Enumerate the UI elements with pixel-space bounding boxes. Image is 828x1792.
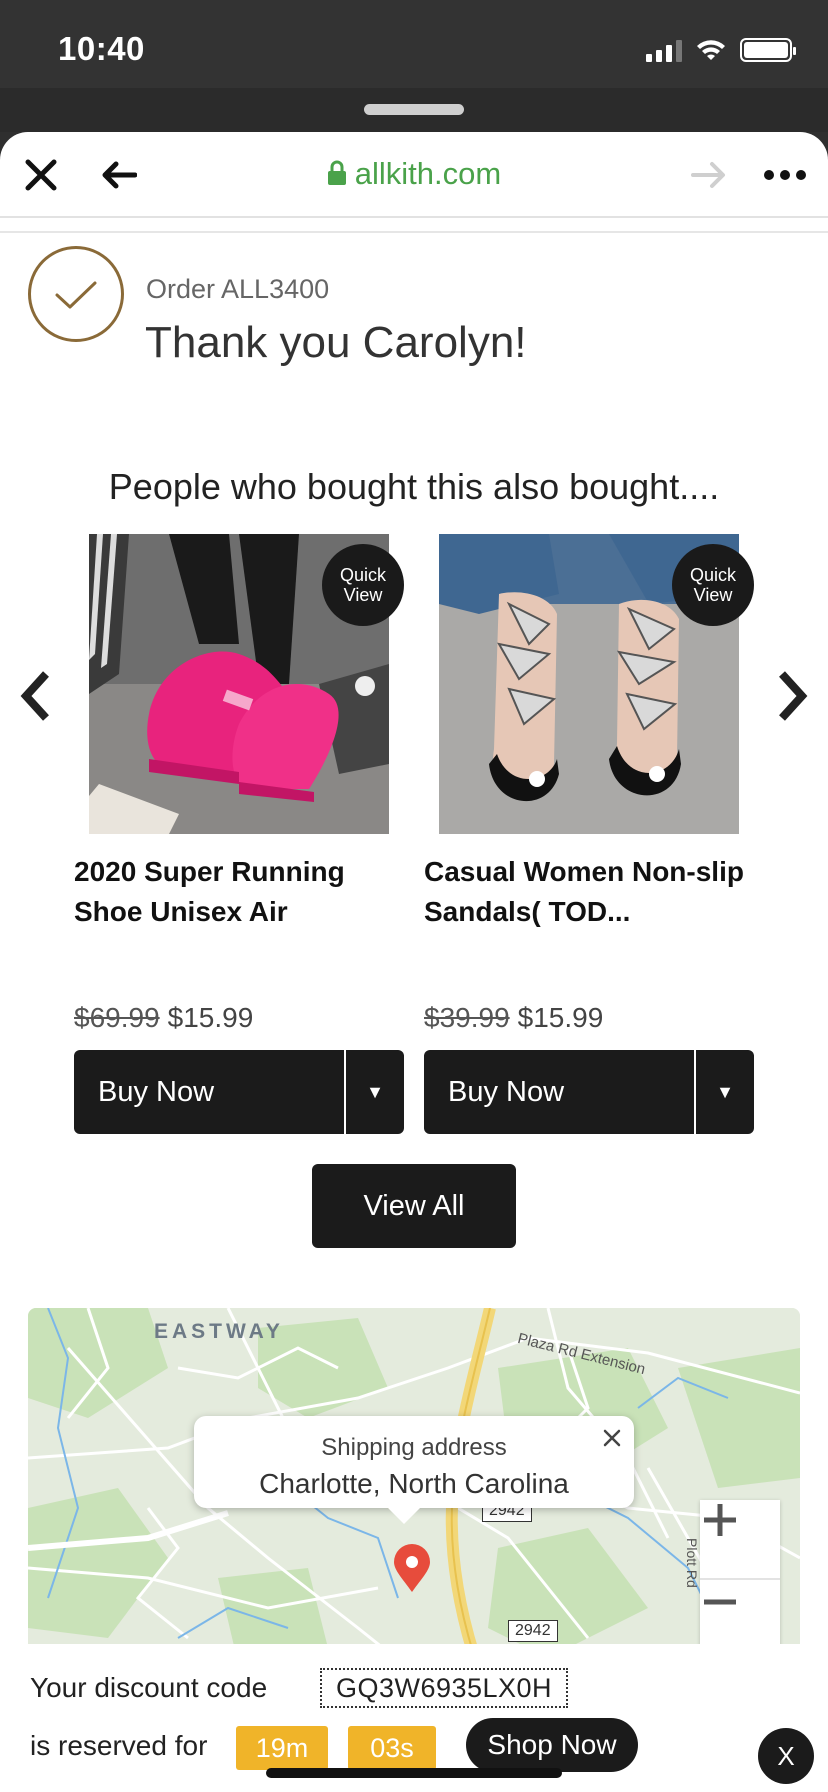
product-title[interactable]: Casual Women Non-slip Sandals( TOD... — [424, 852, 754, 932]
zoom-in-icon[interactable] — [700, 1500, 780, 1580]
reserved-for-label: is reserved for — [30, 1730, 208, 1761]
view-all-button[interactable]: View All — [312, 1164, 516, 1248]
countdown-seconds: 03s — [348, 1726, 436, 1770]
order-number: Order ALL3400 — [146, 274, 330, 304]
checkmark-icon — [28, 246, 124, 342]
variant-dropdown-icon[interactable]: ▼ — [346, 1050, 404, 1134]
shop-now-button[interactable]: Shop Now — [466, 1718, 638, 1772]
discount-banner: Your discount code GQ3W6935LX0H is reser… — [0, 1644, 828, 1792]
discount-code-label: Your discount code — [30, 1672, 268, 1703]
quick-view-label: Quick — [339, 565, 386, 585]
sale-price: $15.99 — [167, 1002, 254, 1033]
browser-toolbar: allkith.com — [0, 132, 828, 218]
thank-you-heading: Thank you Carolyn! — [145, 318, 527, 367]
route-badge: 2942 — [508, 1620, 558, 1642]
map-label-eastway: EASTWAY — [154, 1320, 284, 1343]
map-pin-icon[interactable] — [392, 1544, 432, 1594]
popup-city: Charlotte, North Carolina — [259, 1468, 569, 1499]
shipping-address-popup: Shipping address Charlotte, North Caroli… — [194, 1416, 634, 1524]
map-label-plott: Plott Rd — [684, 1538, 700, 1588]
product-title[interactable]: 2020 Super Running Shoe Unisex Air — [74, 852, 404, 932]
status-bar: 10:40 — [0, 0, 828, 88]
quick-view-button[interactable]: Quick View — [672, 544, 754, 626]
forward-arrow-icon[interactable] — [686, 152, 732, 198]
quick-view-label: Quick — [689, 565, 736, 585]
sheet-grabber[interactable] — [364, 104, 464, 115]
status-time: 10:40 — [58, 30, 145, 67]
signal-icon — [646, 40, 682, 62]
close-icon[interactable] — [600, 1426, 624, 1450]
status-icons — [646, 36, 796, 62]
lock-icon — [327, 160, 346, 185]
wifi-icon — [697, 40, 725, 60]
original-price: $39.99 — [424, 1002, 510, 1033]
battery-icon — [740, 38, 796, 62]
home-indicator[interactable] — [266, 1768, 562, 1778]
variant-dropdown-icon[interactable]: ▼ — [696, 1050, 754, 1134]
divider — [0, 231, 828, 233]
buy-button-group: Buy Now ▼ — [424, 1050, 754, 1134]
quick-view-label: View — [693, 585, 733, 605]
discount-code[interactable]: GQ3W6935LX0H — [320, 1668, 568, 1708]
product-price: $39.99 $15.99 — [424, 1002, 603, 1034]
quick-view-button[interactable]: Quick View — [322, 544, 404, 626]
product-price: $69.99 $15.99 — [74, 1002, 253, 1034]
sale-price: $15.99 — [517, 1002, 604, 1033]
url-text: allkith.com — [354, 156, 502, 191]
buy-button-group: Buy Now ▼ — [74, 1050, 404, 1134]
buy-now-button[interactable]: Buy Now — [424, 1050, 696, 1134]
shipping-map[interactable]: EASTWAY Plaza Rd Extension Plott Rd 2942… — [28, 1308, 800, 1668]
original-price: $69.99 — [74, 1002, 160, 1033]
close-banner-button[interactable]: X — [758, 1728, 814, 1784]
popup-label: Shipping address — [321, 1434, 507, 1461]
zoom-controls — [700, 1500, 780, 1668]
more-options-icon[interactable] — [762, 152, 808, 198]
buy-now-button[interactable]: Buy Now — [74, 1050, 346, 1134]
carousel-next-icon[interactable] — [772, 668, 812, 724]
carousel-prev-icon[interactable] — [16, 668, 56, 724]
recommendations-title: People who bought this also bought.... — [108, 466, 720, 507]
quick-view-label: View — [343, 585, 383, 605]
countdown-minutes: 19m — [236, 1726, 328, 1770]
